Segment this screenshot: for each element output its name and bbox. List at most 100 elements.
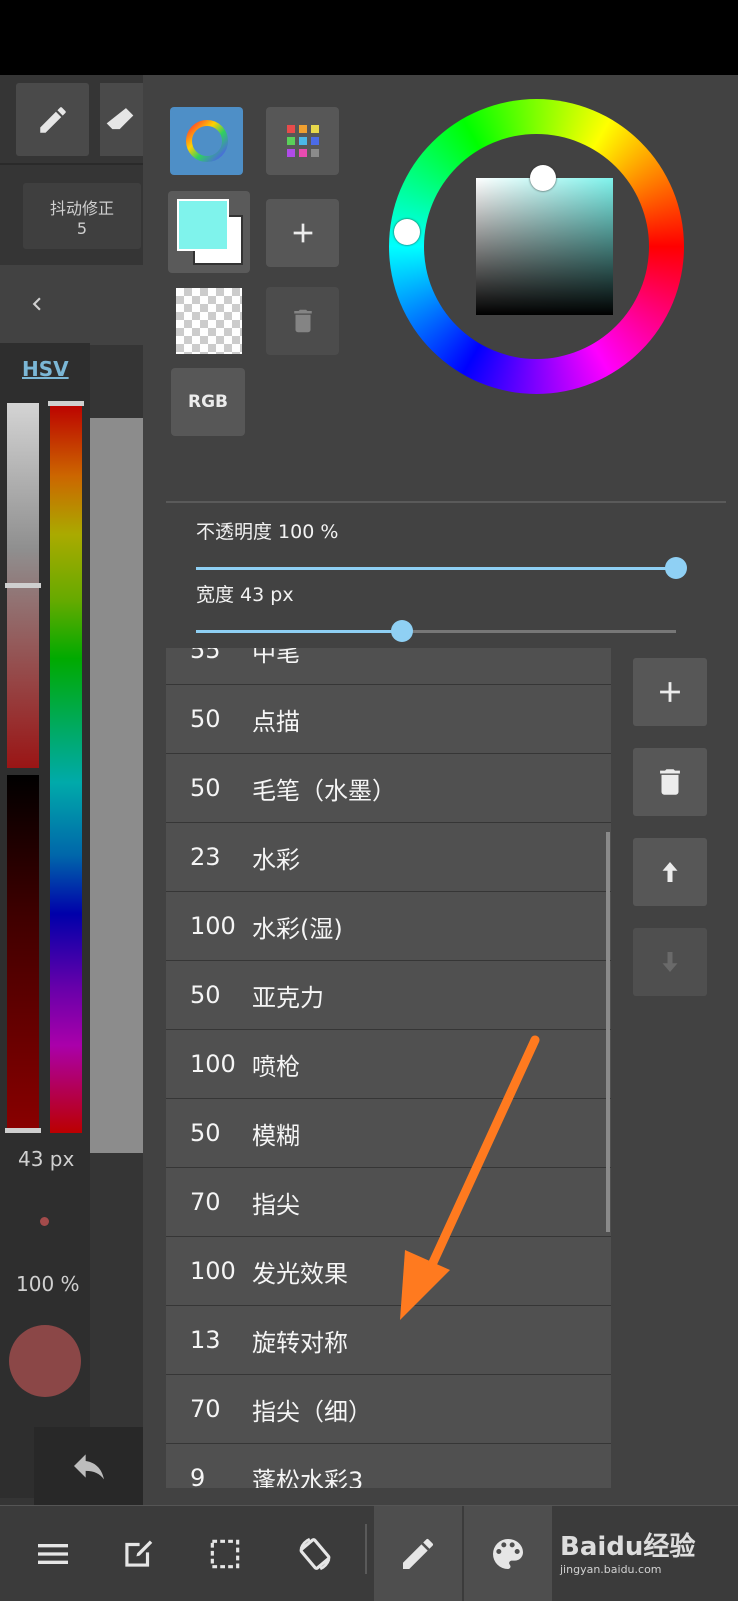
brush-opacity-value: 50 — [190, 705, 221, 733]
color-mode-toggle[interactable]: HSV — [22, 357, 69, 381]
watermark: Baidu经验 jingyan.baidu.com — [560, 1526, 730, 1586]
marquee-select-icon — [210, 1539, 239, 1568]
hue-slider[interactable] — [48, 401, 84, 1133]
brush-name: 亚克力 — [252, 983, 324, 1012]
rotate-canvas-button[interactable] — [282, 1506, 347, 1601]
brush-opacity-value: 13 — [190, 1326, 221, 1354]
brush-name: 喷枪 — [252, 1052, 300, 1081]
rgb-mode-label: RGB — [187, 392, 228, 412]
brush-opacity-value: 100 — [190, 912, 236, 940]
brush-opacity-value: 70 — [190, 1188, 221, 1216]
brush-name: 蓬松水彩3 — [252, 1466, 364, 1489]
brush-name: 毛笔（水墨） — [252, 776, 396, 805]
annotation-arrow-icon — [400, 1035, 540, 1320]
width-label: 宽度 43 px — [196, 584, 294, 606]
eraser-tool-button[interactable] — [100, 83, 143, 156]
brush-opacity-value: 70 — [190, 1395, 221, 1423]
brush-opacity-value: 100 — [190, 1257, 236, 1285]
brush-name: 指尖（细） — [252, 1397, 372, 1426]
rgb-mode-button[interactable]: RGB — [171, 368, 245, 436]
brush-opacity-value: 55 — [190, 648, 221, 664]
saturation-handle[interactable] — [5, 583, 41, 588]
opacity-readout: 100 % — [16, 1272, 80, 1296]
brush-opacity-value: 50 — [190, 981, 221, 1009]
brush-name: 发光效果 — [252, 1259, 348, 1288]
opacity-slider[interactable] — [196, 557, 687, 581]
undo-icon — [73, 1454, 104, 1480]
left-tool-strip: 抖动修正 5 HSV 43 px 100 % — [0, 75, 143, 1505]
move-brush-down-button[interactable] — [633, 928, 707, 996]
divider — [365, 1524, 367, 1574]
opacity-label: 不透明度 100 % — [196, 521, 339, 543]
brush-name: 旋转对称 — [252, 1328, 348, 1357]
foreground-background-swatch[interactable] — [168, 191, 250, 273]
brush-opacity-value: 50 — [190, 1119, 221, 1147]
brush-name: 水彩(湿) — [252, 914, 343, 943]
saturation-value-square[interactable] — [476, 178, 613, 315]
divider — [0, 163, 143, 165]
color-tab-button[interactable] — [464, 1506, 552, 1601]
brush-list-item[interactable]: 50 毛笔（水墨） — [166, 754, 611, 823]
divider — [166, 501, 726, 503]
hue-handle[interactable] — [48, 401, 84, 406]
opacity-slider-knob[interactable] — [665, 557, 687, 579]
list-scrollbar[interactable] — [606, 832, 610, 1232]
stabilizer-button[interactable]: 抖动修正 5 — [23, 183, 141, 249]
watermark-text: Baidu经验 — [560, 1532, 696, 1562]
brush-list-item[interactable]: 55 中笔 — [166, 648, 611, 685]
add-color-button[interactable] — [266, 199, 339, 267]
arrow-up-icon — [662, 862, 678, 882]
foreground-color — [177, 199, 229, 251]
canvas-preview-strip — [90, 418, 143, 1153]
sv-picker-handle[interactable] — [530, 165, 556, 191]
brush-name: 指尖 — [252, 1190, 300, 1219]
brush-name: 模糊 — [252, 1121, 300, 1150]
palette-grid-icon — [286, 125, 319, 157]
brush-list-item[interactable]: 50 点描 — [166, 685, 611, 754]
delete-brush-button[interactable] — [633, 748, 707, 816]
hamburger-menu-icon — [37, 1543, 68, 1564]
current-color-swatch[interactable] — [9, 1325, 81, 1397]
color-wheel-tab[interactable] — [170, 107, 243, 175]
trash-icon — [660, 769, 680, 795]
collapse-bar — [0, 265, 143, 345]
edit-button[interactable] — [105, 1506, 170, 1601]
plus-icon — [660, 682, 680, 702]
move-brush-up-button[interactable] — [633, 838, 707, 906]
brush-opacity-value: 100 — [190, 1050, 236, 1078]
brush-list-item[interactable]: 70 指尖（细） — [166, 1375, 611, 1444]
status-bar — [0, 0, 738, 75]
pencil-icon — [39, 106, 66, 133]
watermark-sub: jingyan.baidu.com — [560, 1563, 662, 1576]
color-wheel-icon — [185, 120, 228, 162]
stabilizer-label: 抖动修正 — [49, 199, 114, 218]
hue-picker-handle[interactable] — [394, 219, 420, 245]
palette-grid-tab[interactable] — [266, 107, 339, 175]
transparent-color-swatch[interactable] — [176, 288, 242, 354]
stabilizer-value: 5 — [76, 219, 88, 238]
brush-list-item[interactable]: 100 水彩(湿) — [166, 892, 611, 961]
brush-opacity-value: 23 — [190, 843, 221, 871]
pen-tool-button[interactable] — [16, 83, 89, 156]
delete-color-button[interactable] — [266, 287, 339, 355]
palette-icon — [493, 1538, 523, 1569]
brush-list-item[interactable]: 50 亚克力 — [166, 961, 611, 1030]
bottom-toolbar: Baidu经验 jingyan.baidu.com — [0, 1505, 738, 1601]
menu-button[interactable] — [20, 1506, 85, 1601]
eraser-icon — [106, 107, 134, 129]
brush-name: 点描 — [252, 707, 300, 736]
width-slider-knob[interactable] — [391, 620, 414, 642]
brush-list-item[interactable]: 23 水彩 — [166, 823, 611, 892]
plus-icon — [293, 223, 312, 243]
selection-button[interactable] — [192, 1506, 257, 1601]
add-brush-button[interactable] — [633, 658, 707, 726]
brush-tab-button[interactable] — [374, 1506, 462, 1601]
chevron-left-icon[interactable] — [24, 287, 50, 321]
undo-button[interactable] — [34, 1427, 143, 1505]
rotate-icon — [299, 1537, 330, 1570]
brush-name: 中笔 — [252, 648, 300, 667]
brush-list-item[interactable]: 9 蓬松水彩3 — [166, 1444, 611, 1488]
brush-opacity-value: 9 — [190, 1464, 206, 1488]
saturation-slider[interactable] — [5, 403, 41, 1133]
width-slider[interactable] — [196, 620, 676, 644]
